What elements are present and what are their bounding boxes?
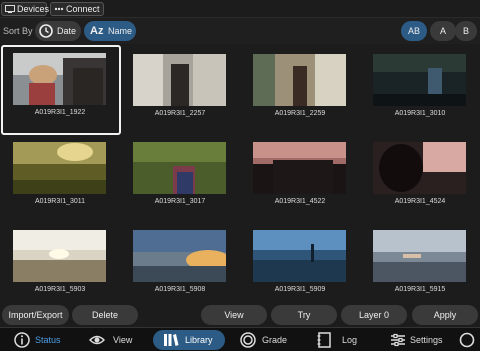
nav-settings-label: Settings: [410, 335, 443, 345]
clip-name: A019R3I1_5909: [274, 286, 326, 293]
clip-name: A019R3I1_1922: [34, 109, 86, 116]
clip-tile[interactable]: A019R3I1_5903: [1, 222, 119, 310]
try-button[interactable]: Try: [271, 305, 337, 325]
nav-settings[interactable]: Settings: [390, 330, 450, 350]
clip-thumbnail: [13, 53, 106, 105]
sort-name-label: Name: [108, 26, 133, 36]
clip-tile[interactable]: A019R3I1_3011: [1, 134, 119, 222]
sort-bar: Sort By Date Az Name AB A B: [0, 18, 480, 44]
connect-label: Connect: [66, 4, 100, 14]
clip-thumbnail: [133, 230, 226, 282]
nav-library[interactable]: Library: [153, 330, 225, 350]
bank-ab-button[interactable]: AB: [401, 21, 427, 41]
clip-thumbnail: [373, 142, 466, 194]
clip-thumbnail: [133, 142, 226, 194]
view-button[interactable]: View: [201, 305, 267, 325]
clip-tile[interactable]: A019R3I1_1922: [1, 45, 121, 135]
clip-name: A019R3I1_3011: [34, 198, 86, 205]
nav-power[interactable]: [459, 330, 475, 350]
clip-thumbnail: [253, 54, 346, 106]
library-icon: [164, 334, 179, 346]
nav-library-label: Library: [185, 335, 213, 345]
clip-name: A019R3I1_5915: [394, 286, 446, 293]
clip-tile[interactable]: A019R3I1_5908: [121, 222, 239, 310]
action-bar: Import/Export Delete View Try Layer 0 Ap…: [0, 302, 480, 327]
clip-name: A019R3I1_5903: [34, 286, 86, 293]
nav-view[interactable]: View: [89, 330, 139, 350]
clip-thumbnail: [373, 230, 466, 282]
clip-tile[interactable]: A019R3I1_3010: [361, 46, 479, 134]
top-bar: Devices Connect: [0, 0, 480, 18]
clip-grid: A019R3I1_1922 A019R3I1_2257 A019R3I1_225…: [0, 44, 480, 302]
apply-button[interactable]: Apply: [412, 305, 478, 325]
nav-status-label: Status: [35, 335, 61, 345]
clip-name: A019R3I1_2259: [274, 110, 326, 117]
connect-button[interactable]: Connect: [50, 2, 104, 16]
clip-tile[interactable]: A019R3I1_4524: [361, 134, 479, 222]
grade-icon: [240, 332, 256, 348]
devices-button[interactable]: Devices: [1, 2, 50, 16]
layer-button[interactable]: Layer 0: [341, 305, 407, 325]
nav-log[interactable]: Log: [316, 330, 366, 350]
bank-a-button[interactable]: A: [430, 21, 456, 41]
clip-thumbnail: [13, 230, 106, 282]
clip-thumbnail: [253, 142, 346, 194]
clip-name: A019R3I1_3010: [394, 110, 446, 117]
clip-tile[interactable]: A019R3I1_3017: [121, 134, 239, 222]
clip-name: A019R3I1_2257: [154, 110, 206, 117]
info-icon: [14, 332, 30, 348]
sort-date-button[interactable]: Date: [35, 21, 81, 41]
clip-tile[interactable]: A019R3I1_5915: [361, 222, 479, 310]
import-export-button[interactable]: Import/Export: [2, 305, 69, 325]
eye-icon: [89, 335, 105, 345]
clip-tile[interactable]: A019R3I1_2257: [121, 46, 239, 134]
circle-icon: [459, 332, 475, 348]
clip-thumbnail: [253, 230, 346, 282]
clip-thumbnail: [373, 54, 466, 106]
sort-by-label: Sort By: [3, 26, 33, 36]
sliders-icon: [391, 333, 405, 347]
notebook-icon: [317, 332, 331, 348]
nav-view-label: View: [113, 335, 133, 345]
nav-grade-label: Grade: [262, 335, 288, 345]
clip-tile[interactable]: A019R3I1_2259: [241, 46, 359, 134]
nav-log-label: Log: [342, 335, 358, 345]
clip-tile[interactable]: A019R3I1_5909: [241, 222, 359, 310]
delete-button[interactable]: Delete: [72, 305, 138, 325]
dots-icon: [54, 7, 64, 11]
bottom-nav: Status View Library Grade Log Settings: [0, 327, 480, 351]
monitor-icon: [5, 5, 15, 13]
clip-thumbnail: [133, 54, 226, 106]
sort-date-label: Date: [57, 26, 77, 36]
sort-name-button[interactable]: Az Name: [84, 21, 136, 41]
clock-icon: [39, 24, 53, 38]
clip-thumbnail: [13, 142, 106, 194]
az-icon: Az: [90, 25, 104, 37]
nav-grade[interactable]: Grade: [240, 330, 290, 350]
clip-name: A019R3I1_5908: [154, 286, 206, 293]
clip-name: A019R3I1_4524: [394, 198, 446, 205]
bank-b-button[interactable]: B: [455, 21, 477, 41]
clip-name: A019R3I1_3017: [154, 198, 206, 205]
devices-label: Devices: [17, 4, 50, 14]
clip-tile[interactable]: A019R3I1_4522: [241, 134, 359, 222]
clip-name: A019R3I1_4522: [274, 198, 326, 205]
nav-status[interactable]: Status: [14, 330, 74, 350]
